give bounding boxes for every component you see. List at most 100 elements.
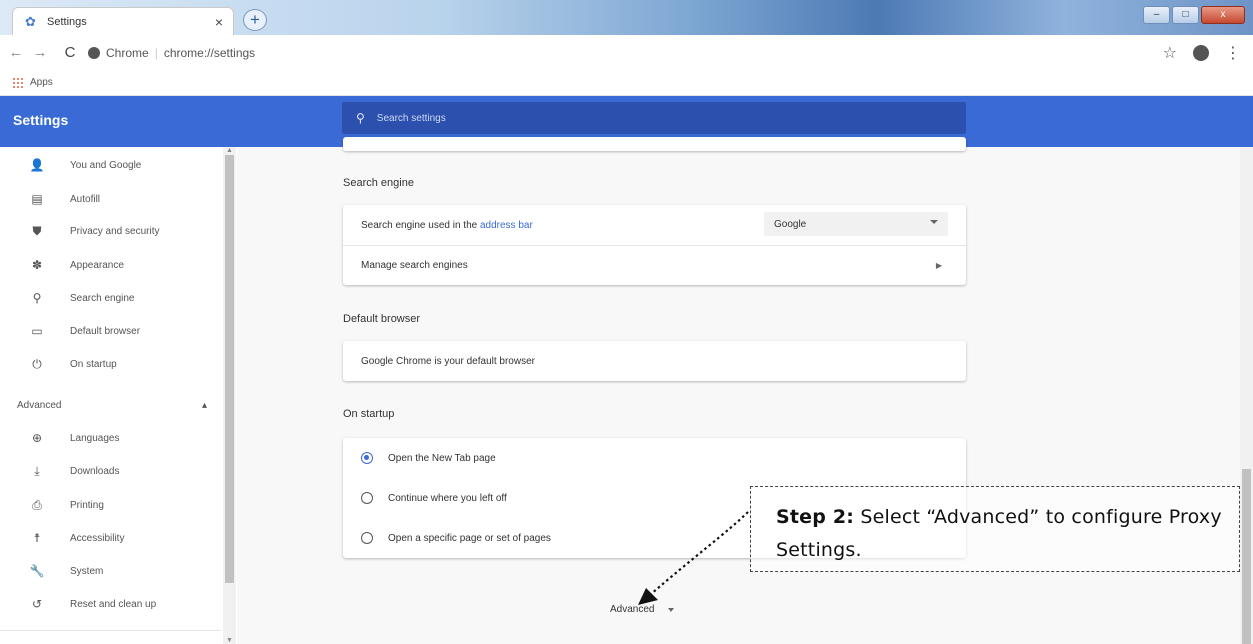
manage-search-engines-row[interactable]: Manage search engines ▶ (343, 245, 966, 285)
address-bar[interactable]: Chrome | chrome://settings (88, 40, 1163, 66)
palette-icon: ✽ (31, 258, 43, 272)
close-window-button[interactable]: x (1201, 6, 1245, 24)
chevron-right-icon: ▶ (935, 261, 942, 270)
callout-step: Step 2: (776, 506, 855, 528)
sidebar-scroll-thumb[interactable] (225, 155, 234, 583)
forward-arrow-icon[interactable]: → (32, 44, 48, 61)
previous-section-card (343, 137, 966, 151)
chevron-up-icon: ▴ (201, 400, 207, 411)
startup-option-label: Open a specific page or set of pages (388, 532, 551, 544)
sidebar-item-label: Default browser (70, 325, 141, 337)
default-browser-card: Google Chrome is your default browser (343, 341, 966, 381)
address-bar-link[interactable]: address bar (480, 220, 533, 231)
minimize-button[interactable]: – (1143, 6, 1170, 24)
on-startup-heading: On startup (343, 408, 395, 420)
sidebar-item-reset[interactable]: ↺ Reset and clean up (0, 588, 221, 620)
tab-settings[interactable]: ✿ Settings × (12, 7, 234, 35)
tab-close-button[interactable]: × (215, 14, 223, 30)
chrome-icon (88, 46, 100, 59)
sidebar: 👤 You and Google ▤ Autofill ⛊ Privacy an… (0, 147, 237, 644)
sidebar-item-label: Reset and clean up (70, 598, 157, 610)
browser-icon: ▭ (31, 324, 43, 338)
search-engine-used-label: Search engine used in the address bar (361, 220, 533, 231)
sidebar-item-label: Search engine (70, 292, 135, 304)
search-icon: ⚲ (32, 291, 42, 305)
sidebar-item-autofill[interactable]: ▤ Autofill (0, 183, 221, 215)
sidebar-item-default-browser[interactable]: ▭ Default browser (0, 315, 221, 347)
search-engine-used-prefix: Search engine used in the (361, 219, 480, 231)
main-scroll-thumb[interactable] (1242, 469, 1251, 644)
window-controls: – □ x (1143, 6, 1245, 24)
sidebar-item-appearance[interactable]: ✽ Appearance (0, 249, 221, 281)
step-callout: Step 2: Select “Advanced” to configure P… (750, 486, 1240, 572)
scroll-down-icon[interactable]: ▼ (226, 637, 233, 644)
sidebar-item-printing[interactable]: ⎙ Printing (0, 489, 221, 521)
sidebar-item-label: Autofill (70, 193, 101, 205)
search-engine-row: Search engine used in the address bar Go… (343, 205, 966, 245)
profile-icon[interactable] (1193, 44, 1209, 61)
omnibox-site: Chrome (106, 45, 149, 60)
sidebar-item-label: On startup (70, 358, 117, 370)
power-icon: ⏻ (32, 356, 42, 371)
sidebar-item-privacy[interactable]: ⛊ Privacy and security (0, 215, 221, 247)
search-engine-selected: Google (774, 218, 807, 230)
tab-title: Settings (47, 15, 87, 28)
radio-unselected[interactable] (361, 532, 373, 544)
sidebar-advanced-label: Advanced (17, 400, 62, 411)
omnibox-url[interactable]: chrome://settings (164, 46, 255, 60)
sidebar-item-label: Printing (70, 499, 104, 511)
reload-icon[interactable]: C (62, 44, 78, 61)
globe-icon: ⊕ (31, 431, 43, 445)
sidebar-item-system[interactable]: 🔧 System (0, 555, 221, 587)
default-browser-status: Google Chrome is your default browser (361, 355, 535, 367)
manage-search-engines-label: Manage search engines (361, 260, 468, 271)
sidebar-item-label: You and Google (70, 159, 142, 171)
sidebar-item-search-engine[interactable]: ⚲ Search engine (0, 282, 221, 314)
shield-icon: ⛊ (32, 223, 42, 238)
sidebar-advanced-toggle[interactable]: Advanced ▴ (17, 400, 207, 411)
printer-icon: ⎙ (32, 497, 42, 512)
search-input[interactable]: ⚲ Search settings (342, 102, 966, 134)
title-bar: ✿ Settings × + – □ x (0, 0, 1253, 35)
person-icon: 👤 (29, 158, 45, 172)
omnibox-separator: | (154, 45, 158, 60)
accessibility-icon: ☨ (33, 531, 41, 545)
sidebar-item-label: Accessibility (70, 532, 125, 544)
search-engine-card: Search engine used in the address bar Go… (343, 205, 966, 285)
default-browser-row: Google Chrome is your default browser (343, 341, 966, 381)
radio-unselected[interactable] (361, 492, 373, 504)
apps-grid-icon[interactable] (12, 76, 24, 89)
default-browser-heading: Default browser (343, 313, 421, 325)
page-title: Settings (13, 112, 69, 128)
main-scrollbar[interactable] (1240, 147, 1253, 644)
sidebar-item-languages[interactable]: ⊕ Languages (0, 422, 221, 454)
search-icon: ⚲ (356, 111, 365, 125)
star-icon[interactable]: ☆ (1163, 43, 1177, 63)
back-arrow-icon[interactable]: ← (8, 44, 24, 61)
radio-selected[interactable] (361, 452, 373, 464)
bookmark-apps[interactable]: Apps (30, 77, 53, 88)
menu-icon[interactable]: ⋮ (1225, 43, 1241, 63)
startup-option-label: Continue where you left off (388, 492, 507, 504)
maximize-button[interactable]: □ (1172, 6, 1199, 24)
sidebar-scrollbar[interactable]: ▲ ▼ (223, 147, 236, 644)
bookmarks-bar: Apps (0, 70, 1253, 96)
reset-icon: ↺ (31, 597, 43, 611)
sidebar-item-on-startup[interactable]: ⏻ On startup (0, 348, 221, 380)
sidebar-item-you-and-google[interactable]: 👤 You and Google (0, 149, 221, 181)
gear-icon: ✿ (25, 13, 36, 29)
sidebar-item-label: Downloads (70, 465, 120, 477)
new-tab-button[interactable]: + (243, 9, 267, 31)
startup-option-new-tab[interactable]: Open the New Tab page (343, 438, 966, 478)
dropdown-caret-icon (930, 220, 938, 224)
sidebar-item-label: Appearance (70, 259, 124, 271)
scroll-up-icon[interactable]: ▲ (226, 147, 233, 154)
search-placeholder: Search settings (376, 112, 446, 124)
sidebar-item-accessibility[interactable]: ☨ Accessibility (0, 522, 221, 554)
clipboard-icon: ▤ (31, 192, 43, 206)
sidebar-item-label: System (70, 565, 104, 577)
sidebar-item-downloads[interactable]: ⤓ Downloads (0, 455, 221, 487)
startup-option-label: Open the New Tab page (388, 452, 496, 464)
sidebar-divider (0, 630, 221, 631)
search-engine-select[interactable]: Google (764, 212, 948, 236)
